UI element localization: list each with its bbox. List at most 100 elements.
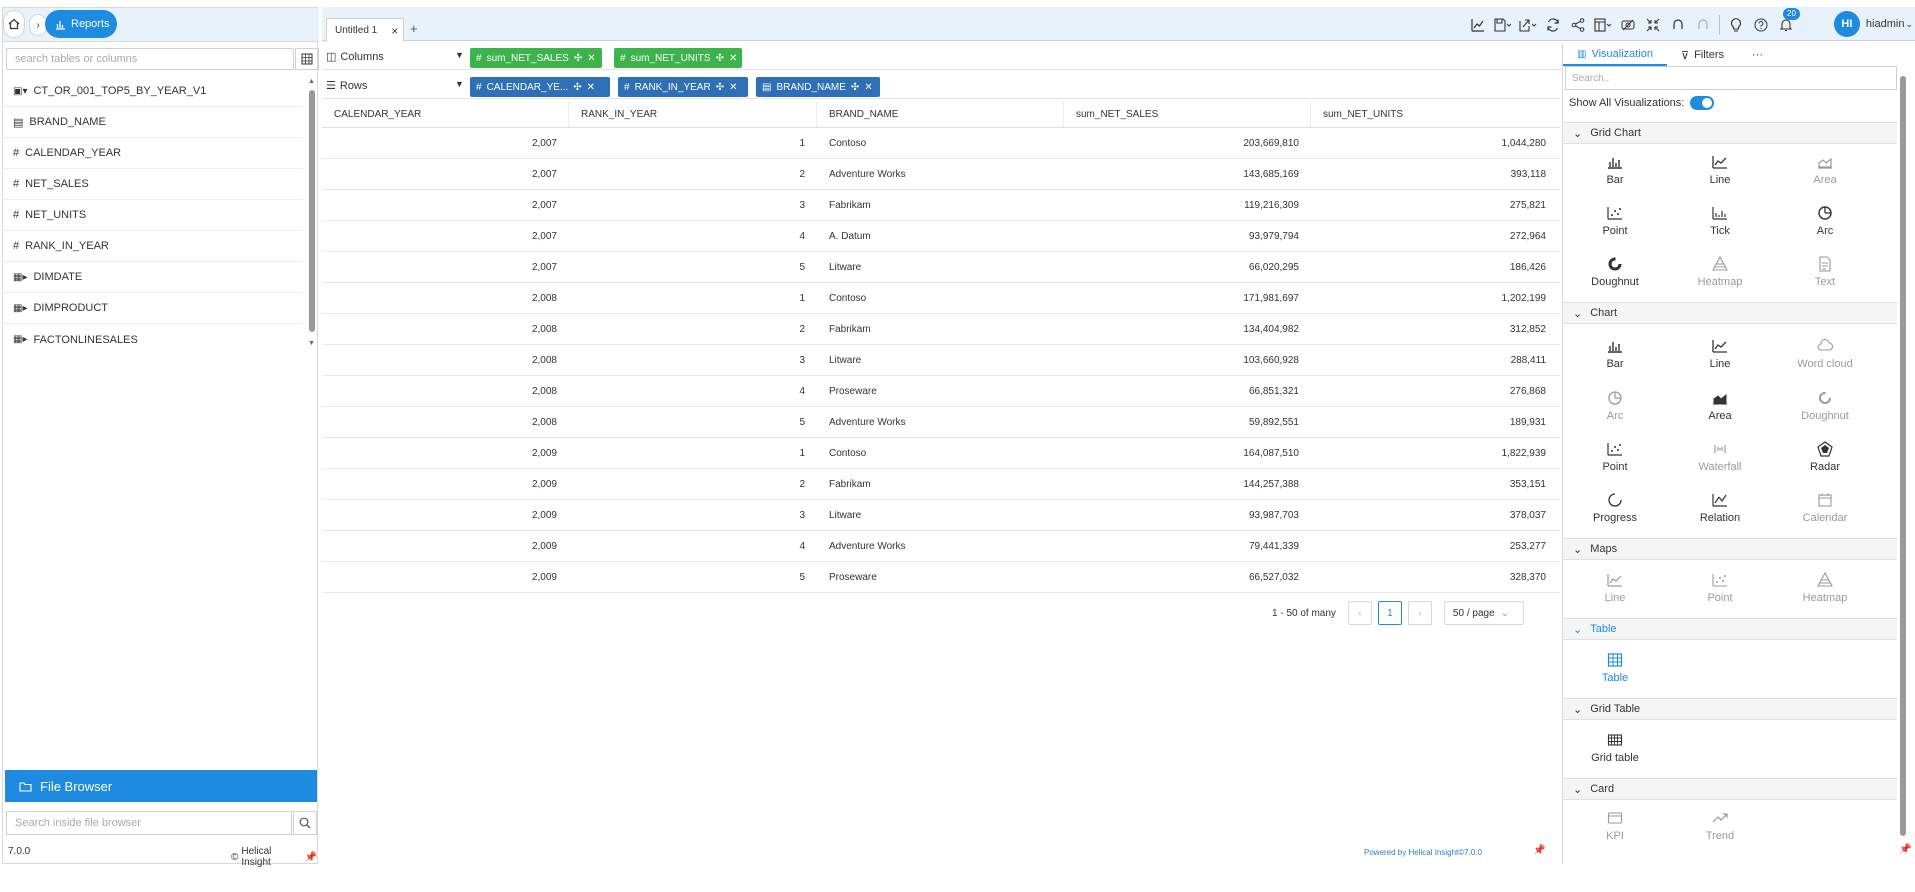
file-browser-button[interactable]: File Browser (5, 770, 317, 802)
viz-chart-relation[interactable]: Relation (1670, 486, 1770, 530)
viz-chart-arc[interactable]: Arc (1565, 384, 1665, 428)
viz-grid-tick[interactable]: Tick (1670, 199, 1770, 243)
scroll-up-icon[interactable]: ▲ (308, 78, 315, 85)
tree-scrollbar[interactable]: ▲ ▼ (307, 78, 317, 348)
export-menu-button[interactable] (1519, 16, 1537, 34)
move-icon[interactable]: ✣ (573, 82, 581, 93)
tree-item-table[interactable]: ▦▸ FACTONLINESALES (3, 324, 303, 355)
viz-grid-text[interactable]: Text (1775, 250, 1875, 294)
notifications-button[interactable]: 20 (1777, 8, 1800, 34)
next-page-button[interactable]: › (1407, 601, 1432, 625)
tree-item-root[interactable]: ▣▾ CT_OR_001_TOP5_BY_YEAR_V1 (3, 76, 303, 107)
viz-chart-line[interactable]: Line (1670, 332, 1770, 376)
viz-chart-area[interactable]: Area (1670, 384, 1770, 428)
viz-grid-arc[interactable]: Arc (1775, 199, 1875, 243)
columns-dropdown-icon[interactable]: ▼ (455, 50, 464, 60)
add-tab-button[interactable]: + (410, 21, 418, 36)
row-pill-rank-in-year[interactable]: # RANK_IN_YEAR ✣ ✕ (618, 77, 748, 97)
viz-chart-point[interactable]: Point (1565, 435, 1665, 479)
redo-button[interactable] (1694, 16, 1712, 34)
column-header[interactable]: BRAND_NAME (817, 102, 1064, 127)
pin-icon[interactable]: 📌 (1533, 845, 1545, 856)
viz-chart-doughnut[interactable]: Doughnut (1775, 384, 1875, 428)
column-header[interactable]: CALENDAR_YEAR (322, 102, 569, 127)
viz-card-trend[interactable]: Trend (1670, 804, 1770, 848)
section-chart[interactable]: ⌄ Chart (1563, 302, 1897, 324)
tree-item-table[interactable]: ▦▸ DIMDATE (3, 262, 303, 293)
tree-item-field[interactable]: ▤ BRAND_NAME (3, 107, 303, 138)
pin-icon[interactable]: 📌 (1899, 844, 1911, 855)
column-header[interactable]: RANK_IN_YEAR (569, 102, 817, 127)
refresh-button[interactable] (1544, 16, 1562, 34)
save-menu-button[interactable] (1494, 16, 1512, 34)
viz-chart-word-cloud[interactable]: Word cloud (1775, 332, 1875, 376)
viz-chart-radar[interactable]: Radar (1775, 435, 1875, 479)
tree-item-field[interactable]: # RANK_IN_YEAR (3, 231, 303, 262)
viz-grid-area[interactable]: Area (1775, 148, 1875, 192)
username-label[interactable]: hiadmin (1866, 18, 1905, 30)
remove-pill-icon[interactable]: ✕ (864, 82, 872, 93)
section-card[interactable]: ⌄ Card (1563, 778, 1897, 800)
viz-chart-waterfall[interactable]: Waterfall (1670, 435, 1770, 479)
page-size-select[interactable]: 50 / page ⌄ (1443, 601, 1524, 625)
prev-page-button[interactable]: ‹ (1347, 601, 1372, 625)
tree-item-field[interactable]: # NET_UNITS (3, 200, 303, 231)
remove-pill-icon[interactable]: ✕ (729, 53, 737, 64)
share-button[interactable] (1569, 16, 1587, 34)
scroll-down-icon[interactable]: ▼ (308, 340, 315, 347)
grid-view-button[interactable] (295, 48, 319, 70)
user-menu[interactable]: HI hiadmin ⌄ (1833, 11, 1913, 37)
layout-menu-button[interactable] (1594, 16, 1612, 34)
viz-grid-line[interactable]: Line (1670, 148, 1770, 192)
row-pill-calendar-year[interactable]: # CALENDAR_YE... ✣ ✕ (470, 77, 610, 97)
file-browser-search-input[interactable]: Search inside file browser (6, 811, 292, 835)
chevron-down-icon[interactable]: ⌄ (1905, 19, 1913, 30)
tree-item-field[interactable]: # NET_SALES (3, 169, 303, 200)
viz-grid-bar[interactable]: Bar (1565, 148, 1665, 192)
column-pill-net-sales[interactable]: # sum_NET_SALES ✣ ✕ (470, 48, 602, 68)
section-maps[interactable]: ⌄ Maps (1563, 538, 1897, 560)
powered-by-footer[interactable]: Powered by Helical Insight©7.0.0 (1364, 848, 1482, 857)
remove-pill-icon[interactable]: ✕ (587, 82, 595, 93)
help-button[interactable] (1752, 16, 1770, 34)
row-pill-brand-name[interactable]: ▤ BRAND_NAME ✣ ✕ (756, 77, 880, 97)
scrollbar-thumb[interactable] (309, 90, 315, 332)
tab-filters[interactable]: ⊽ Filters (1667, 44, 1738, 66)
viz-chart-calendar[interactable]: Calendar (1775, 486, 1875, 530)
rows-dropdown-icon[interactable]: ▼ (455, 79, 464, 89)
column-header[interactable]: sum_NET_UNITS (1311, 102, 1558, 127)
move-icon[interactable]: ✣ (716, 53, 724, 64)
column-pill-net-units[interactable]: # sum_NET_UNITS ✣ ✕ (614, 48, 742, 68)
viz-chart-bar[interactable]: Bar (1565, 332, 1665, 376)
move-icon[interactable]: ✣ (716, 82, 724, 93)
tab-untitled-1[interactable]: Untitled 1 × (326, 18, 404, 42)
pin-icon[interactable]: 📌 (305, 852, 317, 863)
file-search-button[interactable] (293, 811, 317, 835)
viz-map-point[interactable]: Point (1670, 566, 1770, 610)
more-options-button[interactable]: ··· (1738, 44, 1777, 66)
viz-card-kpi[interactable]: KPI (1565, 804, 1665, 848)
tree-item-table[interactable]: ▦▸ DIMPRODUCT (3, 293, 303, 324)
move-icon[interactable]: ✣ (574, 53, 582, 64)
viz-grid-heatmap[interactable]: Heatmap (1670, 250, 1770, 294)
undo-button[interactable] (1669, 16, 1687, 34)
reports-breadcrumb[interactable]: Reports (45, 10, 117, 38)
tree-item-field[interactable]: # CALENDAR_YEAR (3, 138, 303, 169)
viz-grid-table[interactable]: Grid table (1565, 726, 1665, 770)
visualize-button[interactable] (1469, 16, 1487, 34)
preview-button[interactable] (1619, 16, 1637, 34)
avatar[interactable]: HI (1833, 11, 1860, 37)
current-page-button[interactable]: 1 (1377, 601, 1402, 625)
home-button[interactable] (3, 10, 25, 38)
fullscreen-button[interactable] (1644, 16, 1662, 34)
viz-grid-point[interactable]: Point (1565, 199, 1665, 243)
table-search-input[interactable]: search tables or columns (6, 48, 294, 70)
move-icon[interactable]: ✣ (851, 82, 859, 93)
viz-table[interactable]: Table (1565, 646, 1665, 690)
column-header[interactable]: sum_NET_SALES (1064, 102, 1311, 127)
tab-visualization[interactable]: ▥ Visualization (1563, 44, 1668, 66)
close-tab-icon[interactable]: × (391, 24, 398, 38)
viz-map-heatmap[interactable]: Heatmap (1775, 566, 1875, 610)
section-grid-chart[interactable]: ⌄ Grid Chart (1563, 122, 1897, 144)
visualization-search-input[interactable]: Search.. (1565, 66, 1897, 90)
